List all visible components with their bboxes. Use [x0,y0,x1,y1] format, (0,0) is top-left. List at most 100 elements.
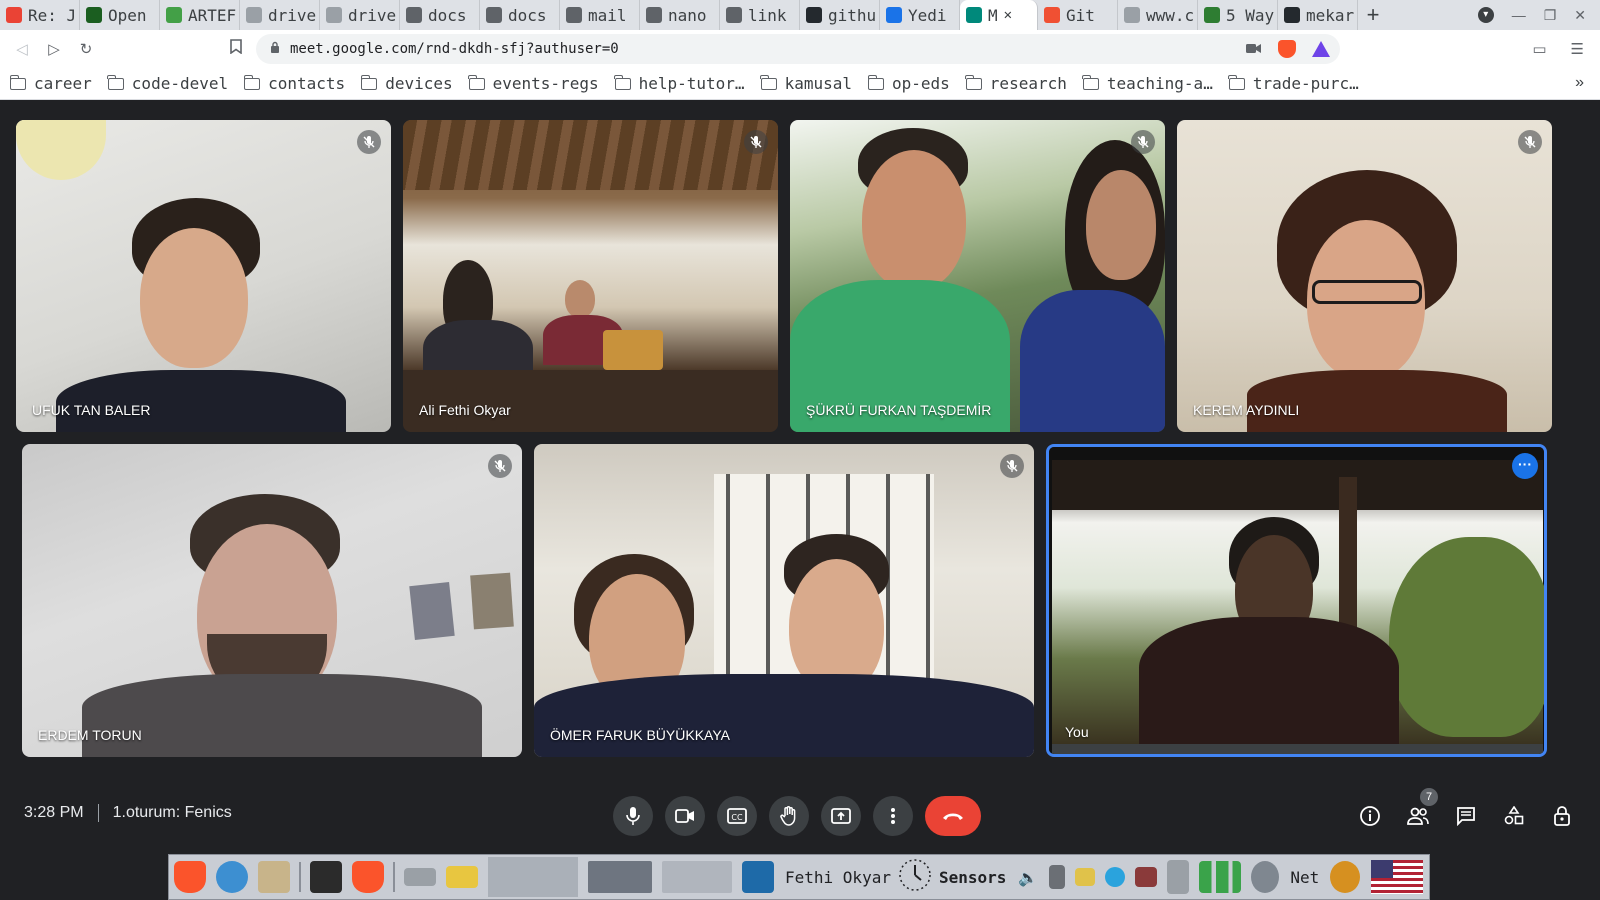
file-manager-icon[interactable] [258,861,290,893]
close-tab-icon[interactable]: ✕ [1004,7,1012,23]
forward-icon[interactable]: ▷ [38,40,70,58]
activities-button[interactable] [1494,796,1534,836]
bookmark-folder[interactable]: help-tutor… [614,74,745,93]
browser-tab[interactable]: githu [800,0,880,30]
microphone-button[interactable] [613,796,653,836]
brave-rewards-icon[interactable] [1312,41,1330,57]
keyboard-icon[interactable] [1135,867,1158,887]
browser-tab[interactable]: drive [320,0,400,30]
browser-tab[interactable]: Open [80,0,160,30]
browser-tab[interactable]: mail [560,0,640,30]
trash-icon[interactable] [1167,860,1190,894]
bookmark-folder[interactable]: events-regs [468,74,599,93]
network-icon[interactable] [1251,861,1280,893]
telegram-terminal-task[interactable] [588,861,652,893]
bookmark-folder[interactable]: devices [360,74,453,93]
bookmark-folder[interactable]: teaching-a… [1082,74,1213,93]
camera-in-use-icon[interactable] [1246,42,1262,57]
bookmark-folder[interactable]: contacts [243,74,345,93]
shapes-icon [1504,806,1524,825]
clock-icon[interactable] [897,857,933,898]
browser-tab[interactable]: drive [240,0,320,30]
back-icon[interactable]: ◁ [6,40,38,58]
phone-icon[interactable] [1049,865,1066,889]
brave-launcher-icon-2[interactable] [352,861,384,893]
participant-tile[interactable]: KEREM AYDINLI [1177,120,1552,432]
terminal-launcher-icon[interactable] [310,861,342,893]
brave-shields-icon[interactable] [1278,40,1296,58]
active-window-label[interactable]: Fethi Okyar [785,868,891,887]
brave-window-task[interactable] [662,861,732,893]
cpu-monitor-icon[interactable] [1199,861,1242,893]
present-screen-button[interactable] [821,796,861,836]
close-window-icon[interactable]: ✕ [1574,7,1586,24]
drive-icon[interactable] [404,868,436,886]
chat-button[interactable] [1446,796,1486,836]
browser-tab[interactable]: M ✕ [960,0,1038,30]
browser-tab[interactable]: docs [480,0,560,30]
tab-favicon-icon [86,7,102,23]
tab-label: Git [1066,5,1095,25]
bookmark-folder[interactable]: trade-purc… [1228,74,1359,93]
app-launcher-icon[interactable] [216,861,248,893]
telegram-tray-icon[interactable] [1105,867,1126,887]
browser-tab[interactable]: link [720,0,800,30]
notes-icon[interactable] [1075,868,1096,886]
participant-tile[interactable]: Ali Fethi Okyar [403,120,778,432]
bookmark-icon[interactable] [230,39,242,58]
net-label[interactable]: Net [1290,868,1319,887]
address-bar[interactable]: meet.google.com/rnd-dkdh-sfj?authuser=0 [256,34,1340,64]
participant-tile[interactable]: ERDEM TORUN [22,444,522,757]
browser-tab[interactable]: nano [640,0,720,30]
browser-tab[interactable]: Re: J [0,0,80,30]
menu-icon[interactable]: ☰ [1571,40,1584,58]
minimize-icon[interactable]: — [1512,7,1526,23]
participants-button[interactable]: 7 [1398,788,1438,836]
bookmarks-overflow-icon[interactable]: » [1575,74,1584,92]
lock-icon[interactable] [270,41,280,57]
keyboard-layout-flag-icon[interactable] [1371,860,1424,894]
host-controls-button[interactable] [1542,796,1582,836]
participant-tile[interactable]: UFUK TAN BALER [16,120,391,432]
browser-tab[interactable]: mekar [1278,0,1358,30]
more-options-button[interactable] [873,796,913,836]
new-tab-button[interactable]: + [1358,2,1388,28]
browser-tab[interactable]: www.c [1118,0,1198,30]
camera-button[interactable] [665,796,705,836]
weather-icon[interactable] [1330,861,1361,893]
tab-label: M [988,5,998,25]
tab-search-icon[interactable]: ▾ [1477,7,1494,23]
reload-icon[interactable]: ↻ [70,40,102,58]
volume-icon[interactable]: 🔈 [1018,868,1038,887]
participant-tile[interactable]: ÖMER FARUK BÜYÜKKAYA [534,444,1034,757]
captions-button[interactable]: CC [717,796,757,836]
sensors-label[interactable]: Sensors [939,868,1006,887]
raise-hand-button[interactable] [769,796,809,836]
self-view-tile[interactable]: ··· You [1046,444,1547,757]
bookmark-folder[interactable]: career [9,74,92,93]
workspace-switcher[interactable] [488,857,578,897]
browser-tab[interactable]: Git [1038,0,1118,30]
restore-icon[interactable]: ❐ [1544,7,1557,24]
bookmark-folder[interactable]: kamusal [760,74,852,93]
browser-tab[interactable]: 5 Way [1198,0,1278,30]
participant-name: You [1065,724,1089,740]
tab-label: Re: J [28,5,77,25]
bookmark-folder[interactable]: research [965,74,1067,93]
self-more-options-button[interactable]: ··· [1512,453,1538,479]
leave-call-button[interactable] [925,796,981,836]
meeting-details-button[interactable] [1350,796,1390,836]
browser-tab[interactable]: docs [400,0,480,30]
participant-tile[interactable]: ŞÜKRÜ FURKAN TAŞDEMİR [790,120,1165,432]
bookmark-folder[interactable]: op-eds [867,74,950,93]
window-task-icon[interactable] [742,861,774,893]
browser-tab[interactable]: ARTEF [160,0,240,30]
more-vert-icon [891,808,895,824]
present-icon [831,808,851,824]
brave-launcher-icon[interactable] [174,861,206,893]
folder-icon[interactable] [446,866,478,888]
tab-favicon-icon [166,7,182,23]
bookmark-folder[interactable]: code-devel [107,74,228,93]
browser-tab[interactable]: Yedi [880,0,960,30]
wallet-icon[interactable]: ▭ [1532,40,1546,58]
